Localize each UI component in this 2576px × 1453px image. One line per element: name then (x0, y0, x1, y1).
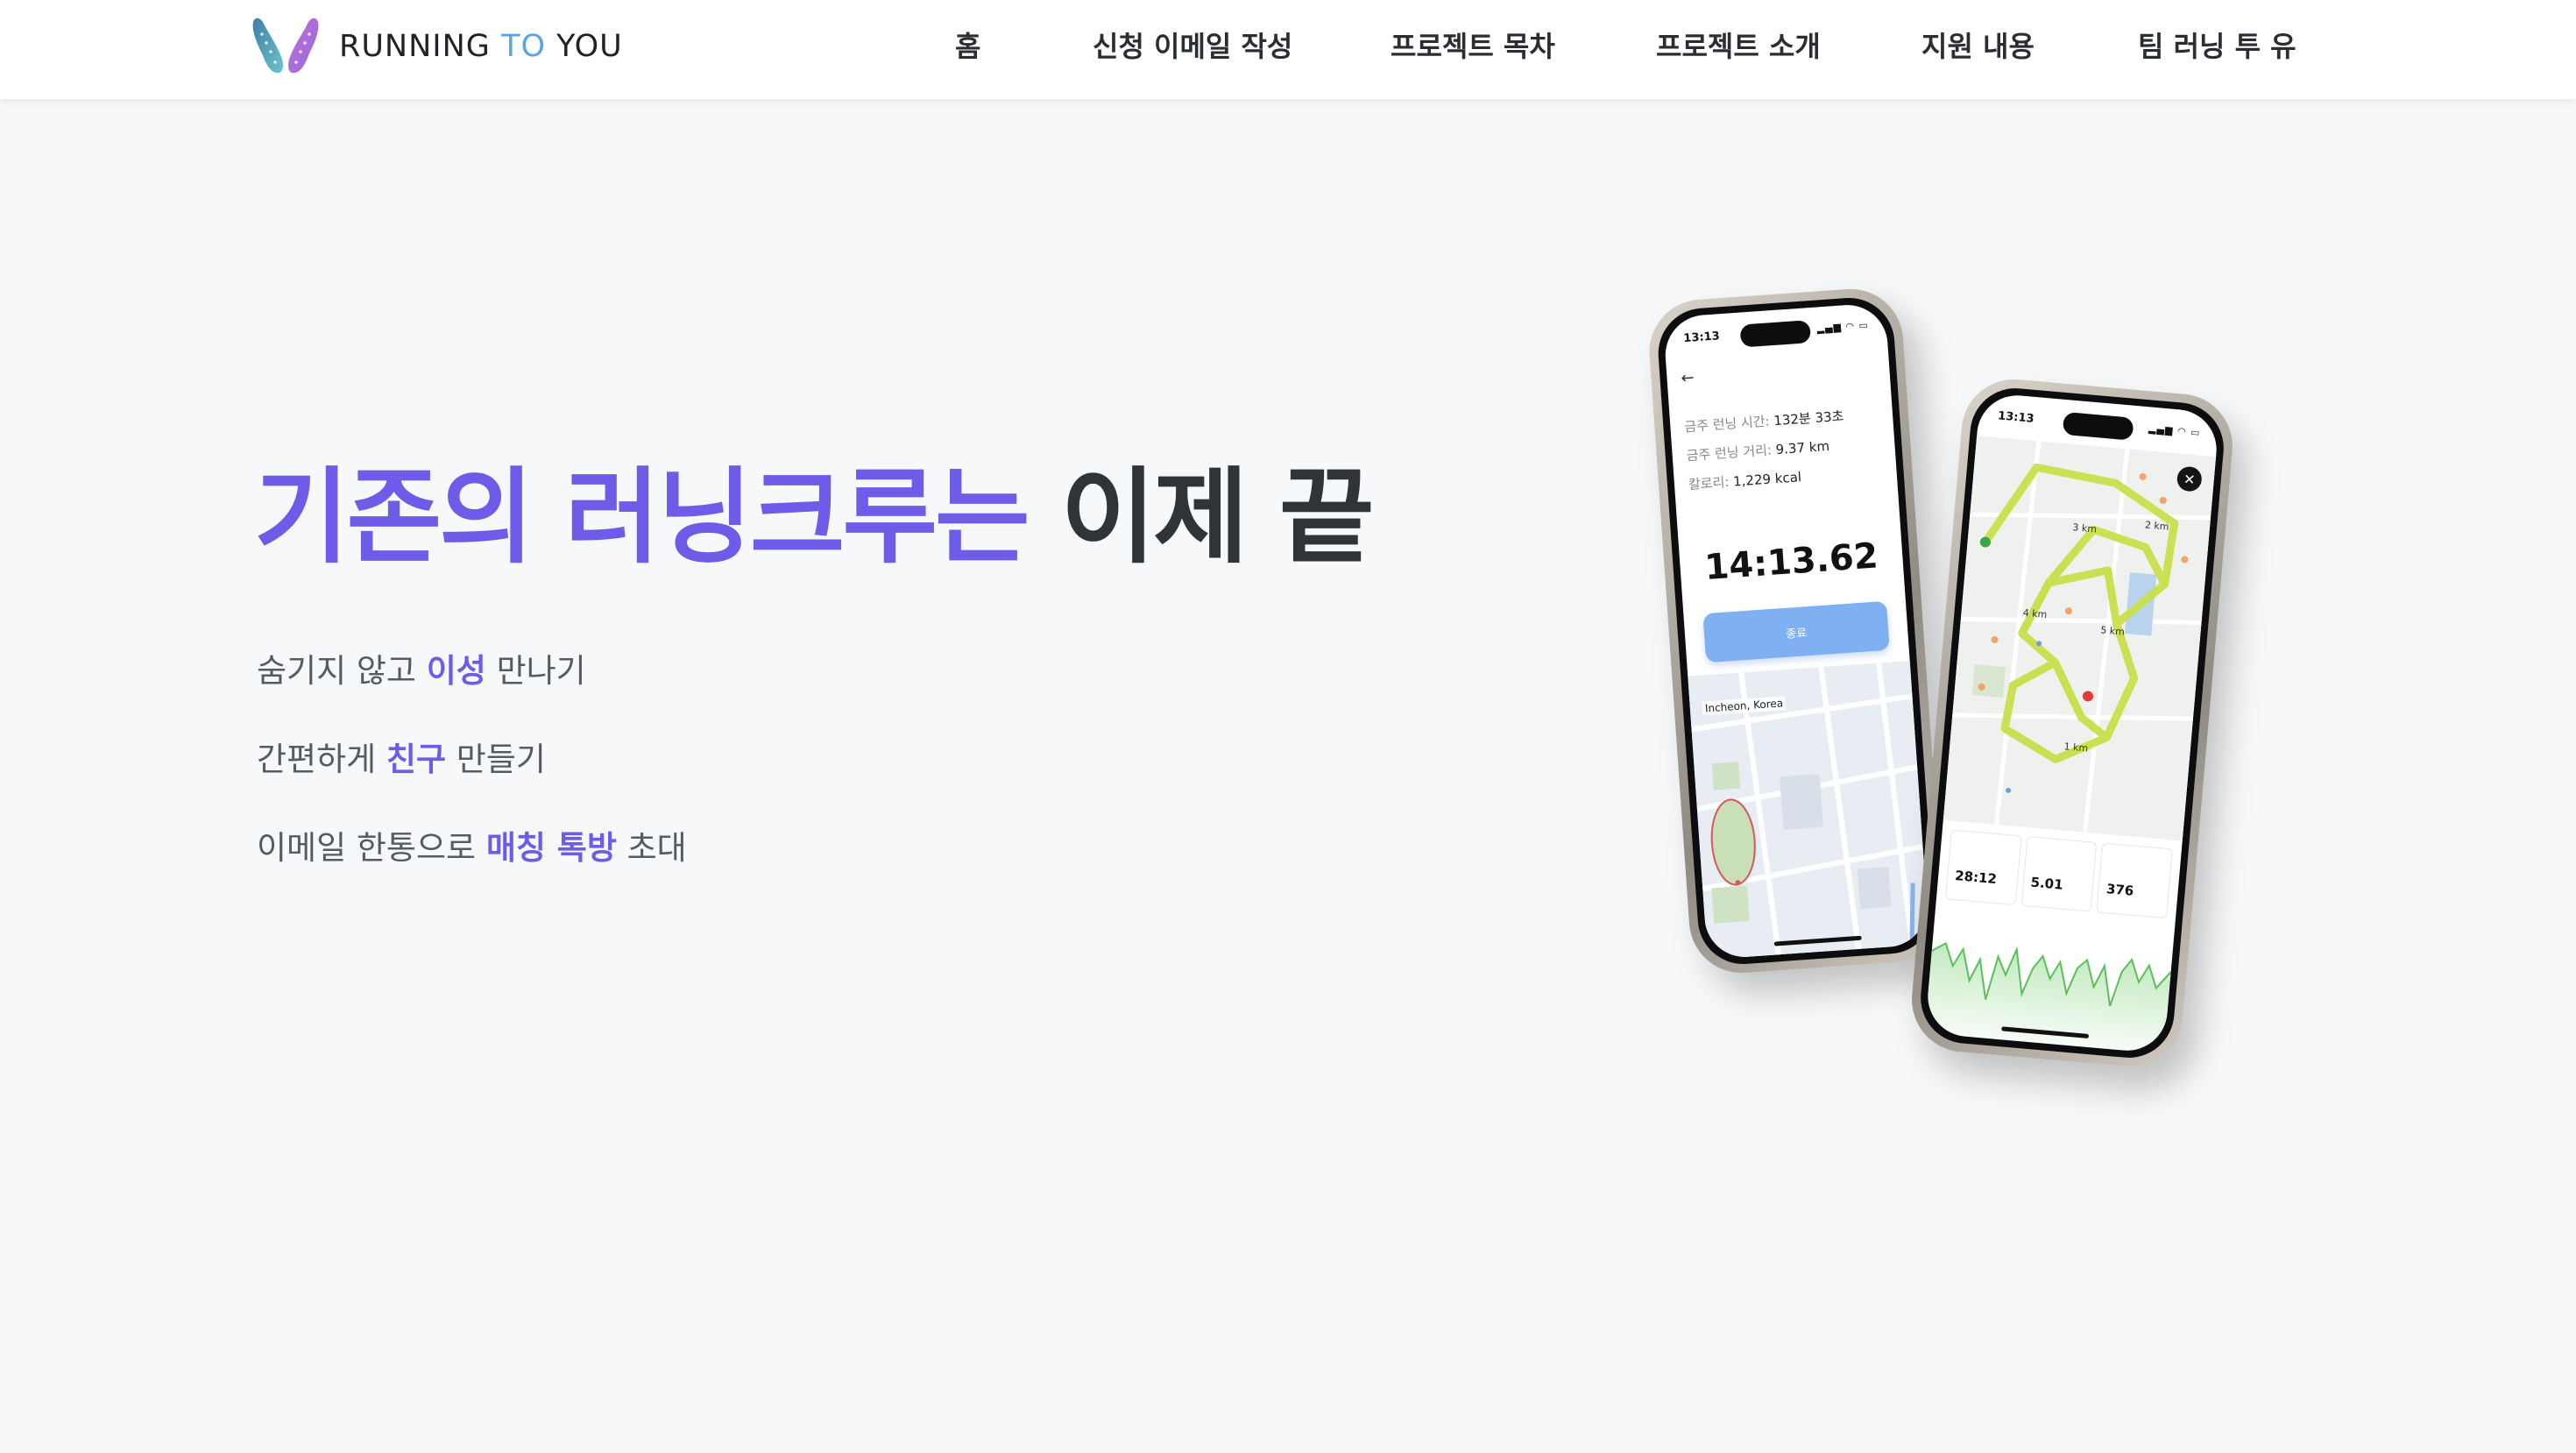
phone-running-stats: 13:13 ▂▄▆ ◠ ▭ ← 금주 런닝 시간: 132분 33초 금주 런닝… (1645, 285, 1947, 977)
stat-calories: 칼로리: 1,229 kcal (1688, 469, 1802, 493)
phone2-screen: 13:13 ▂▄▆ ◠ ▭ ✕ 3 km 2 km 4 km 5 km 1 km… (1924, 392, 2220, 1054)
nav-support[interactable]: 지원 내용 (1921, 25, 2035, 65)
nav-project-intro[interactable]: 프로젝트 소개 (1656, 25, 1821, 65)
stat-running-distance: 금주 런닝 거리: 9.37 km (1686, 437, 1830, 464)
status-time: 13:13 (1682, 330, 1721, 346)
phone1-screen: 13:13 ▂▄▆ ◠ ▭ ← 금주 런닝 시간: 132분 33초 금주 런닝… (1662, 302, 1930, 960)
status-time: 13:13 (1997, 409, 2035, 426)
status-icons: ▂▄▆ ◠ ▭ (1816, 319, 1870, 335)
stat-running-time: 금주 런닝 시간: 132분 33초 (1683, 408, 1844, 436)
tagline-3: 이메일 한통으로 매칭 톡방 초대 (257, 829, 687, 867)
phone-route-map: 13:13 ▂▄▆ ◠ ▭ ✕ 3 km 2 km 4 km 5 km 1 km… (1907, 374, 2237, 1072)
metric-calories: 376 (2096, 842, 2173, 919)
route-label-5km: 5 km (2099, 624, 2126, 638)
end-run-button: 종료 (1702, 600, 1890, 663)
back-arrow-icon: ← (1680, 368, 1695, 388)
run-metrics: 28:12 5.01 376 (1944, 829, 2173, 919)
tagline-1: 숨기지 않고 이성 만나기 (257, 652, 586, 690)
phone-mockups: 13:13 ▂▄▆ ◠ ▭ ← 금주 런닝 시간: 132분 33초 금주 런닝… (1645, 285, 2237, 1078)
dynamic-island (2062, 411, 2134, 441)
nav-apply-email[interactable]: 신청 이메일 작성 (1093, 25, 1292, 65)
logo-link[interactable]: RUNNING TO YOU (250, 16, 623, 77)
main-nav: 홈 신청 이메일 작성 프로젝트 목차 프로젝트 소개 지원 내용 팀 러닝 투… (929, 0, 2296, 91)
route-label-3km: 3 km (2071, 521, 2098, 535)
metric-duration: 28:12 (1944, 829, 2022, 906)
hero-title-rest: 이제 끝 (1060, 457, 1375, 578)
nav-team[interactable]: 팀 러닝 투 유 (2138, 25, 2296, 65)
tagline-2: 간편하게 친구 만들기 (257, 741, 546, 778)
route-label-1km: 1 km (2063, 741, 2089, 755)
nav-project-contents[interactable]: 프로젝트 목차 (1391, 25, 1555, 65)
hero-title-accent: 기존의 러닝크루는 (254, 457, 1030, 578)
status-icons: ▂▄▆ ◠ ▭ (2148, 422, 2201, 439)
hero-title: 기존의 러닝크루는 이제 끝 (254, 456, 1375, 580)
route-label-2km: 2 km (2144, 519, 2170, 533)
route-map (1943, 436, 2217, 841)
brand-name: RUNNING TO YOU (339, 29, 623, 64)
running-shoes-icon (252, 18, 319, 74)
site-header: RUNNING TO YOU 홈 신청 이메일 작성 프로젝트 목차 프로젝트 … (0, 0, 2576, 99)
metric-distance: 5.01 (2020, 835, 2098, 912)
route-label-4km: 4 km (2022, 606, 2048, 620)
nav-home[interactable]: 홈 (955, 25, 980, 65)
dynamic-island (1739, 320, 1812, 348)
running-timer: 14:13.62 (1703, 535, 1879, 589)
